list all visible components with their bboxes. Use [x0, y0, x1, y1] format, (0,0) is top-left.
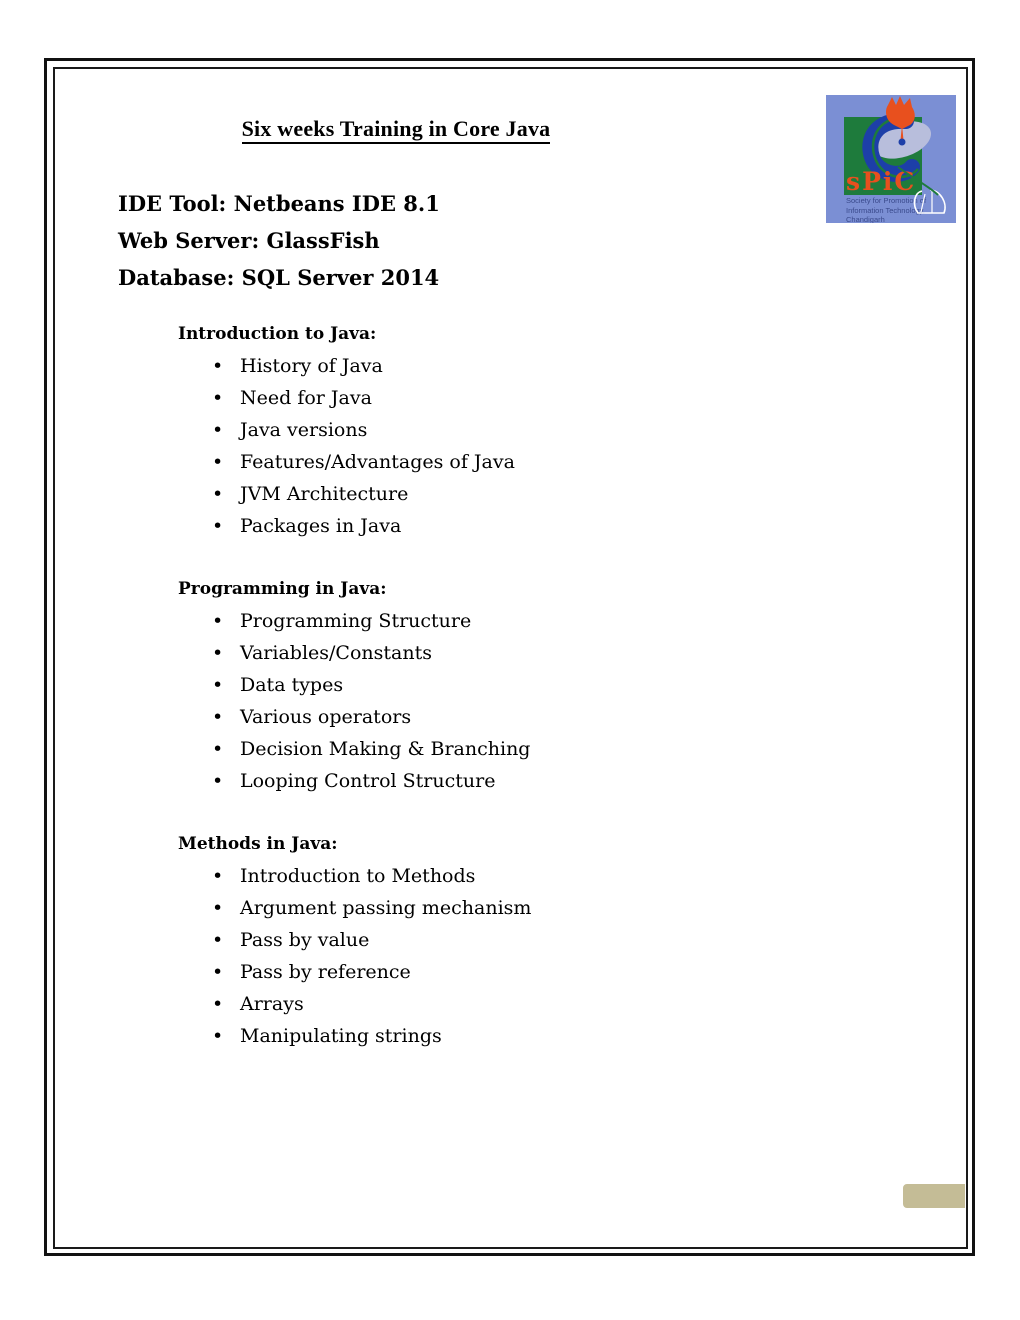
list-item: • Decision Making & Branching [118, 733, 878, 765]
list-item-label: Pass by value [240, 929, 370, 951]
section-heading: Programming in Java: [178, 579, 387, 599]
header-line-ide-tool: IDE Tool: Netbeans IDE 8.1 [118, 191, 440, 216]
bullet-icon: • [212, 642, 224, 664]
list-item: • Pass by value [118, 924, 878, 956]
page-title: Six weeks Training in Core Java [56, 116, 736, 144]
section-programming-in-java: Programming in Java: • Programming Struc… [118, 573, 878, 797]
list-item-label: Arrays [240, 993, 304, 1015]
svg-text:Information Technology,: Information Technology, [846, 206, 925, 215]
page-title-text: Six weeks Training in Core Java [241, 116, 551, 144]
spic-logo: sPiC Society for Promotion of Informatio… [826, 95, 956, 223]
list-item-label: Decision Making & Branching [240, 738, 531, 760]
list-item: • History of Java [118, 350, 878, 382]
header-line-web-server: Web Server: GlassFish [118, 228, 380, 253]
list-item: • Arrays [118, 988, 878, 1020]
list-item: • Need for Java [118, 382, 878, 414]
list-item: • Programming Structure [118, 605, 878, 637]
list-item: • JVM Architecture [118, 478, 878, 510]
bullet-icon: • [212, 865, 224, 887]
list-item-label: History of Java [240, 355, 383, 377]
bullet-icon: • [212, 929, 224, 951]
list-item-label: Variables/Constants [240, 642, 432, 664]
syllabus-sections: Introduction to Java: • History of Java … [118, 318, 878, 1052]
bullet-icon: • [212, 1025, 224, 1047]
list-item: • Argument passing mechanism [118, 892, 878, 924]
bullet-icon: • [212, 897, 224, 919]
bullet-icon: • [212, 770, 224, 792]
section-heading: Methods in Java: [178, 834, 338, 854]
bullet-icon: • [212, 483, 224, 505]
list-item-label: Programming Structure [240, 610, 472, 632]
bullet-icon: • [212, 355, 224, 377]
list-item-label: Manipulating strings [240, 1025, 442, 1047]
list-item-label: Packages in Java [240, 515, 402, 537]
list-item: • Various operators [118, 701, 878, 733]
list-item-label: Features/Advantages of Java [240, 451, 515, 473]
section-bullet-list: • History of Java • Need for Java • Java… [118, 350, 878, 542]
list-item-label: Java versions [240, 419, 368, 441]
section-methods-in-java: Methods in Java: • Introduction to Metho… [118, 828, 878, 1052]
list-item-label: Introduction to Methods [240, 865, 476, 887]
list-item-label: JVM Architecture [240, 483, 409, 505]
section-heading: Introduction to Java: [178, 324, 377, 344]
tan-rounded-rectangle [901, 1182, 965, 1210]
bullet-icon: • [212, 515, 224, 537]
list-item-label: Data types [240, 674, 344, 696]
list-item: • Manipulating strings [118, 1020, 878, 1052]
list-item: • Features/Advantages of Java [118, 446, 878, 478]
header-line-database: Database: SQL Server 2014 [118, 265, 440, 290]
list-item: • Variables/Constants [118, 637, 878, 669]
list-item: • Packages in Java [118, 510, 878, 542]
bullet-icon: • [212, 674, 224, 696]
section-bullet-list: • Programming Structure • Variables/Cons… [118, 605, 878, 797]
list-item-label: Pass by reference [240, 961, 411, 983]
list-item: • Introduction to Methods [118, 860, 878, 892]
list-item: • Data types [118, 669, 878, 701]
svg-text:Chandigarh: Chandigarh [846, 215, 885, 223]
bullet-icon: • [212, 387, 224, 409]
bullet-icon: • [212, 706, 224, 728]
tool-stack-header: IDE Tool: Netbeans IDE 8.1 Web Server: G… [118, 185, 818, 296]
list-item: • Java versions [118, 414, 878, 446]
list-item-label: Looping Control Structure [240, 770, 496, 792]
list-item: • Pass by reference [118, 956, 878, 988]
list-item-label: Need for Java [240, 387, 372, 409]
section-bullet-list: • Introduction to Methods • Argument pas… [118, 860, 878, 1052]
bullet-icon: • [212, 993, 224, 1015]
section-introduction-to-java: Introduction to Java: • History of Java … [118, 318, 878, 542]
bullet-icon: • [212, 419, 224, 441]
list-item: • Looping Control Structure [118, 765, 878, 797]
list-item-label: Argument passing mechanism [240, 897, 532, 919]
bullet-icon: • [212, 451, 224, 473]
bullet-icon: • [212, 961, 224, 983]
bullet-icon: • [212, 738, 224, 760]
list-item-label: Various operators [240, 706, 412, 728]
bullet-icon: • [212, 610, 224, 632]
document-page: sPiC Society for Promotion of Informatio… [56, 70, 965, 1246]
